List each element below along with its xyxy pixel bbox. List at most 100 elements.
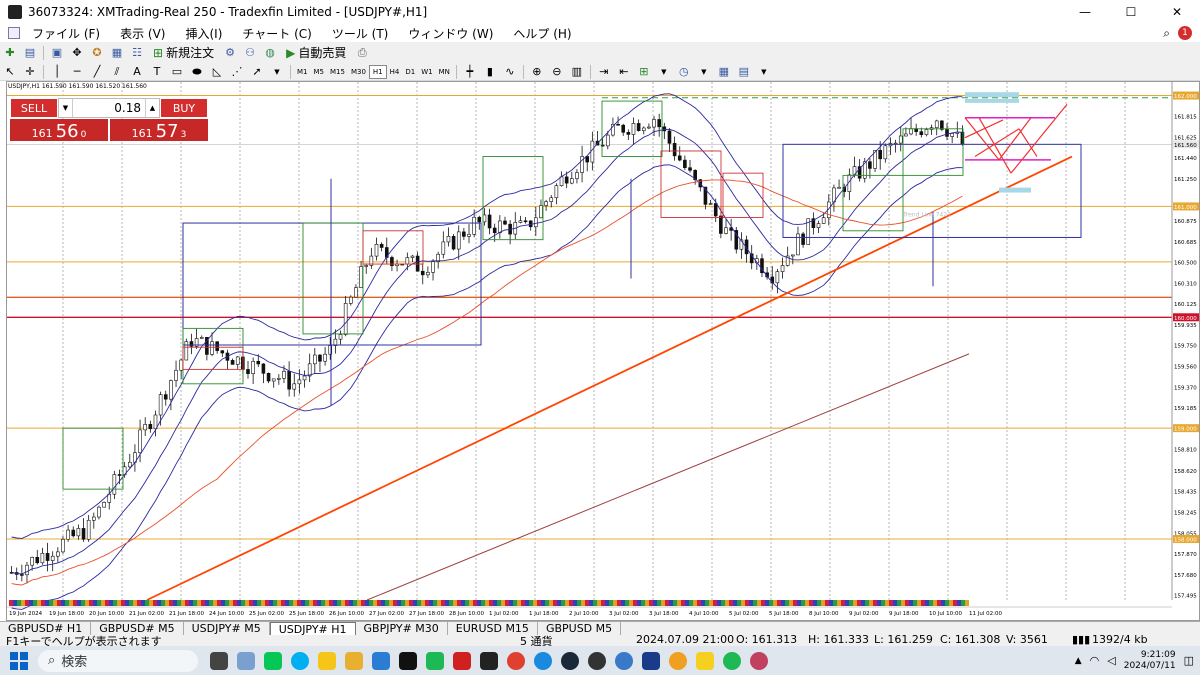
notification-icon[interactable]: 1	[1178, 26, 1192, 40]
timeframe-mn[interactable]: MN	[436, 65, 453, 79]
templates-icon[interactable]: ▦	[716, 64, 732, 80]
app-s-icon[interactable]	[426, 651, 444, 670]
weather-icon[interactable]	[237, 651, 255, 670]
skype-icon[interactable]	[291, 651, 309, 670]
ellipse-icon[interactable]: ⬬	[189, 64, 205, 80]
metaeditor-icon[interactable]: ⚙	[222, 45, 238, 61]
menu-insert[interactable]: 挿入(I)	[175, 25, 232, 42]
timeframe-m30[interactable]: M30	[348, 65, 369, 79]
sun-icon[interactable]	[669, 651, 687, 670]
bid-price-button[interactable]: 161 56 0	[10, 119, 108, 142]
objects-icon[interactable]: ▤	[736, 64, 752, 80]
timeframe-d1[interactable]: D1	[402, 65, 418, 79]
label-icon[interactable]: T	[149, 64, 165, 80]
dropdown4-icon[interactable]: ▼	[756, 64, 772, 80]
steam-icon[interactable]	[561, 651, 579, 670]
ask-price-button[interactable]: 161 57 3	[110, 119, 208, 142]
chevron-up-icon[interactable]: ▲	[1075, 656, 1082, 666]
timeframe-w1[interactable]: W1	[418, 65, 435, 79]
signals-icon[interactable]: ⚇	[242, 45, 258, 61]
triangle-icon[interactable]: ◺	[209, 64, 225, 80]
zoom-out-icon[interactable]: ⊖	[549, 64, 565, 80]
edge-icon[interactable]	[534, 651, 552, 670]
indicators-icon[interactable]: ⊞	[636, 64, 652, 80]
notification-bell-icon[interactable]: ◫	[1184, 654, 1194, 667]
folder-icon[interactable]	[345, 651, 363, 670]
tester-icon[interactable]: ☷	[129, 45, 145, 61]
tab-gbpusd-m5[interactable]: GBPUSD# M5	[91, 622, 184, 635]
tab-usdjpy-m5[interactable]: USDJPY# M5	[184, 622, 270, 635]
start-icon[interactable]	[10, 651, 28, 670]
minimize-button[interactable]: —	[1062, 0, 1108, 24]
profiles-icon[interactable]: ▤	[22, 45, 38, 61]
data-window-icon[interactable]: ✥	[69, 45, 85, 61]
dropdown3-icon[interactable]: ▼	[696, 64, 712, 80]
periods-icon[interactable]: ◷	[676, 64, 692, 80]
app-blue-icon[interactable]	[615, 651, 633, 670]
sell-button[interactable]: SELL	[10, 98, 58, 118]
text-icon[interactable]: A	[129, 64, 145, 80]
channel-icon[interactable]: ⫽	[109, 64, 125, 80]
wifi-icon[interactable]: ◠	[1090, 654, 1100, 667]
new-chart-icon[interactable]: ✚	[2, 45, 18, 61]
lot-decrease-icon[interactable]: ▼	[59, 99, 73, 117]
search-icon[interactable]: ⌕	[1163, 26, 1170, 41]
lot-size-value[interactable]: 0.18	[73, 101, 145, 115]
rectangle-icon[interactable]: ▭	[169, 64, 185, 80]
menu-file[interactable]: ファイル (F)	[22, 25, 110, 42]
trendline-icon[interactable]: ╱	[89, 64, 105, 80]
terminal-icon[interactable]: ▦	[109, 45, 125, 61]
timeframe-h1[interactable]: H1	[368, 64, 387, 79]
timeframe-m1[interactable]: M1	[294, 65, 311, 79]
volume-icon[interactable]: ◁	[1107, 654, 1115, 667]
tab-gbpusd-h1[interactable]: GBPUSD# H1	[0, 622, 92, 635]
menu-chart[interactable]: チャート (C)	[232, 25, 321, 42]
vertical-line-icon[interactable]: │	[49, 64, 65, 80]
tab-gbpjpy-m30[interactable]: GBPJPY# M30	[356, 622, 448, 635]
tab-usdjpy-h1[interactable]: USDJPY# H1	[269, 622, 356, 635]
new-order-button[interactable]: ⊞ 新規注文	[149, 45, 218, 61]
timeframe-m15[interactable]: M15	[327, 65, 348, 79]
menu-help[interactable]: ヘルプ (H)	[503, 25, 581, 42]
tile-icon[interactable]: ▥	[569, 64, 585, 80]
task-view-icon[interactable]	[210, 651, 228, 670]
maximize-button[interactable]: ☐	[1108, 0, 1154, 24]
print-icon[interactable]: ⎙	[354, 45, 370, 61]
price-chart[interactable]: Trend Line 7421 162.000 161.815 161.625 161.…	[6, 81, 1200, 621]
candle-chart-icon[interactable]: ▮	[482, 64, 498, 80]
clock[interactable]: 9:21:09 2024/07/11	[1124, 650, 1176, 672]
zoom-in-icon[interactable]: ⊕	[529, 64, 545, 80]
tab-eurusd-m15[interactable]: EURUSD M15	[448, 622, 538, 635]
thunder-icon[interactable]	[642, 651, 660, 670]
dropdown2-icon[interactable]: ▼	[656, 64, 672, 80]
close-button[interactable]: ✕	[1154, 0, 1200, 24]
menu-window[interactable]: ウィンドウ (W)	[398, 25, 503, 42]
notes-icon[interactable]	[318, 651, 336, 670]
arrow-icon[interactable]: ➚	[249, 64, 265, 80]
crosshair-icon[interactable]: ✛	[22, 64, 38, 80]
auto-trading-button[interactable]: ▶ 自動売買	[282, 45, 350, 61]
xm-icon[interactable]	[399, 651, 417, 670]
timeframe-h4[interactable]: H4	[387, 65, 403, 79]
cursor-icon[interactable]: ↖	[2, 64, 18, 80]
globe-icon[interactable]: ◍	[262, 45, 278, 61]
navigator-icon[interactable]: ✪	[89, 45, 105, 61]
bar-chart-icon[interactable]: ┿	[462, 64, 478, 80]
market-watch-icon[interactable]: ▣	[49, 45, 65, 61]
chrome-icon[interactable]	[507, 651, 525, 670]
menu-tools[interactable]: ツール (T)	[322, 25, 399, 42]
chatgpt-icon[interactable]	[588, 651, 606, 670]
chrome-profile-icon[interactable]	[750, 651, 768, 670]
lot-size-field[interactable]: ▼ 0.18 ▲	[58, 98, 160, 118]
chart-canvas[interactable]: Trend Line 7421162.000161.815161.625161.…	[7, 82, 1199, 620]
line-chart-icon[interactable]: ∿	[502, 64, 518, 80]
lot-increase-icon[interactable]: ▲	[145, 99, 159, 117]
tab-gbpusd-m5-2[interactable]: GBPUSD M5	[538, 622, 622, 635]
chart-shift-icon[interactable]: ⇤	[616, 64, 632, 80]
timeframe-m5[interactable]: M5	[311, 65, 328, 79]
horizontal-line-icon[interactable]: ─	[69, 64, 85, 80]
taskbar-search[interactable]: ⌕ 検索	[38, 649, 198, 672]
line-icon[interactable]	[264, 651, 282, 670]
menu-view[interactable]: 表示 (V)	[110, 25, 175, 42]
spotify-icon[interactable]	[723, 651, 741, 670]
